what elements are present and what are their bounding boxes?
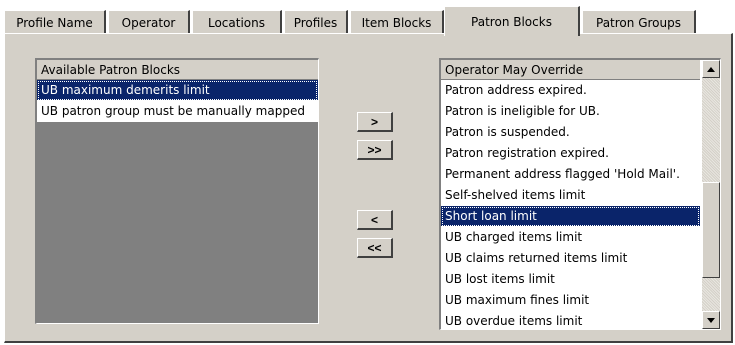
list-header: Available Patron Blocks: [37, 60, 318, 80]
list-item[interactable]: Short loan limit: [441, 206, 700, 227]
add-button[interactable]: >: [357, 112, 393, 132]
tab-profiles[interactable]: Profiles: [284, 10, 348, 34]
list-item[interactable]: UB lost items limit: [441, 269, 700, 290]
tab-profile-name[interactable]: Profile Name: [4, 10, 106, 34]
list-item[interactable]: UB claims returned items limit: [441, 248, 700, 269]
operator-may-override-list[interactable]: Operator May Override Patron address exp…: [439, 58, 721, 330]
scroll-up-button[interactable]: [702, 60, 720, 78]
tab-patron-blocks[interactable]: Patron Blocks: [444, 6, 580, 36]
list-item[interactable]: UB charged items limit: [441, 227, 700, 248]
tab-locations[interactable]: Locations: [192, 10, 282, 34]
list-item[interactable]: Patron address expired.: [441, 80, 700, 101]
list-item[interactable]: UB overdue items limit: [441, 311, 700, 329]
vertical-scrollbar[interactable]: [702, 60, 720, 329]
tab-label: Locations: [207, 15, 265, 30]
scroll-down-button[interactable]: [702, 311, 720, 329]
patron-blocks-panel: Available Patron Blocks UB maximum demer…: [4, 33, 733, 343]
available-patron-blocks-list[interactable]: Available Patron Blocks UB maximum demer…: [35, 58, 319, 324]
list-item[interactable]: Self-shelved items limit: [441, 185, 700, 206]
tab-strip: Profile Name Operator Locations Profiles…: [4, 4, 732, 36]
tab-label: Patron Blocks: [471, 14, 552, 29]
scroll-thumb[interactable]: [702, 182, 720, 278]
list-item[interactable]: UB maximum demerits limit: [37, 80, 318, 101]
tab-label: Profiles: [293, 15, 338, 30]
tab-label: Operator: [121, 15, 176, 30]
add-all-button[interactable]: >>: [357, 140, 393, 160]
arrow-down-icon: [707, 317, 715, 323]
list-item[interactable]: Patron is suspended.: [441, 122, 700, 143]
list-item[interactable]: UB maximum fines limit: [441, 290, 700, 311]
list-header: Operator May Override: [441, 60, 700, 80]
list-item[interactable]: Patron is ineligible for UB.: [441, 101, 700, 122]
list-item[interactable]: Permanent address flagged 'Hold Mail'.: [441, 164, 700, 185]
remove-all-button[interactable]: <<: [357, 238, 393, 258]
list-item[interactable]: Patron registration expired.: [441, 143, 700, 164]
tab-label: Patron Groups: [596, 15, 681, 30]
tab-label: Profile Name: [16, 15, 93, 30]
tab-patron-groups[interactable]: Patron Groups: [582, 10, 696, 34]
remove-button[interactable]: <: [357, 210, 393, 230]
arrow-up-icon: [707, 66, 715, 72]
tab-item-blocks[interactable]: Item Blocks: [350, 10, 444, 34]
list-item[interactable]: UB patron group must be manually mapped: [37, 101, 318, 122]
tab-operator[interactable]: Operator: [108, 10, 190, 34]
tab-label: Item Blocks: [361, 15, 432, 30]
